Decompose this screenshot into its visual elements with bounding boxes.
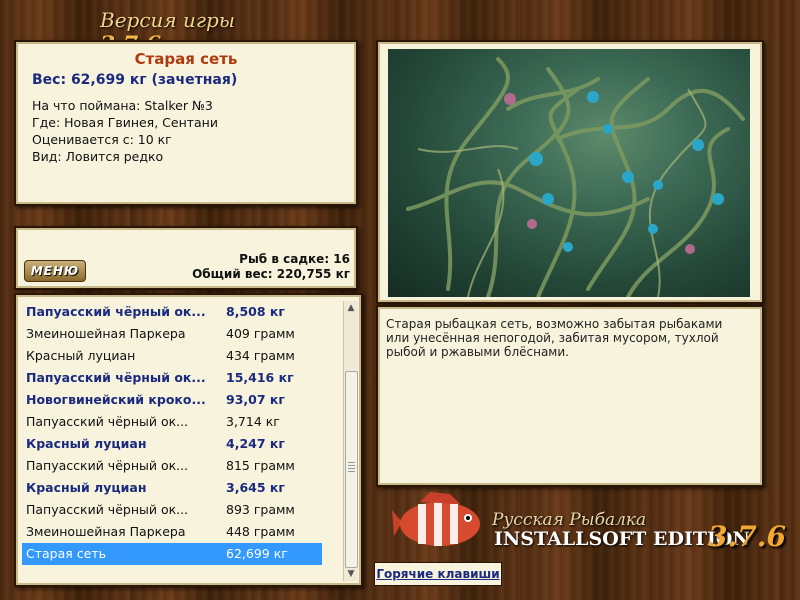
item-weight: 93,07 кг <box>226 392 285 407</box>
item-name: Красный луциан <box>26 480 147 495</box>
list-item[interactable]: Красный луциан 434 грамм <box>22 345 322 367</box>
item-name: Папуасский чёрный ок... <box>26 458 189 473</box>
list-item[interactable]: Красный луциан 4,247 кг <box>22 433 322 455</box>
item-weight: 15,416 кг <box>226 370 294 385</box>
item-name: Старая сеть <box>26 546 106 561</box>
item-weight: 4,247 кг <box>226 436 285 451</box>
game-version-title: Версия игры 3.7.6 <box>100 8 290 58</box>
list-item[interactable]: Змеиношейная Паркера 448 грамм <box>22 521 322 543</box>
list-item[interactable]: Папуасский чёрный ок... 8,508 кг <box>22 301 322 323</box>
list-scrollbar[interactable]: ▲ ▼ <box>343 301 358 581</box>
list-item[interactable]: Красный луциан 3,645 кг <box>22 477 322 499</box>
item-weight: 815 грамм <box>226 458 295 473</box>
grip-icon <box>348 462 355 472</box>
fish-info-panel: Старая сеть Вес: 62,699 кг (зачетная) На… <box>14 40 358 206</box>
list-item[interactable]: Папуасский чёрный ок... 15,416 кг <box>22 367 322 389</box>
old-net-underwater-image <box>406 57 745 297</box>
catch-list[interactable]: Папуасский чёрный ок... 8,508 кг Змеиношей… <box>14 293 363 587</box>
hotkeys-button[interactable]: Горячие клавиши <box>374 562 502 586</box>
item-weight: 448 грамм <box>226 524 295 539</box>
list-item[interactable]: Змеиношейная Паркера 409 грамм <box>22 323 322 345</box>
item-weight: 409 грамм <box>226 326 295 341</box>
fish-name: Старая сеть <box>134 50 238 68</box>
location-line: Где: Новая Гвинея, Сентани <box>32 115 218 130</box>
list-item[interactable]: Папуасский чёрный ок... 3,714 кг <box>22 411 322 433</box>
version-prefix: Версия игры <box>100 8 236 32</box>
valued-from-line: Оценивается с: 10 кг <box>32 132 172 147</box>
menu-button[interactable]: МЕНЮ <box>24 260 86 282</box>
item-weight: 62,699 кг <box>226 546 288 561</box>
fish-photo <box>388 49 750 297</box>
item-name: Змеиношейная Паркера <box>26 326 186 341</box>
rarity-line: Вид: Ловится редко <box>32 149 164 164</box>
item-name: Змеиношейная Паркера <box>26 524 186 539</box>
scroll-up-arrow-icon[interactable]: ▲ <box>344 301 358 315</box>
item-name: Папуасский чёрный ок... <box>26 370 206 385</box>
item-weight: 893 грамм <box>226 502 295 517</box>
item-name: Новогвинейский кроко... <box>26 392 206 407</box>
item-name: Папуасский чёрный ок... <box>26 414 189 429</box>
list-item[interactable]: Новогвинейский кроко... 93,07 кг <box>22 389 322 411</box>
fish-description: Старая рыбацкая сеть, возможно забытая р… <box>386 317 723 359</box>
list-item-selected[interactable]: Старая сеть 62,699 кг <box>22 543 322 565</box>
total-weight: Общий вес: 220,755 кг <box>192 267 350 281</box>
scroll-down-arrow-icon[interactable]: ▼ <box>344 567 358 581</box>
fish-count: Рыб в садке: 16 <box>239 252 350 266</box>
scroll-thumb[interactable] <box>345 371 358 568</box>
caught-with-line: На что поймана: Stalker №3 <box>32 98 213 113</box>
brand-subtitle: Русская Рыбалка <box>492 510 647 530</box>
item-name: Красный луциан <box>26 348 136 363</box>
item-weight: 3,645 кг <box>226 480 285 495</box>
item-weight: 8,508 кг <box>226 304 285 319</box>
keepnet-stats-panel: МЕНЮ Рыб в садке: 16 Общий вес: 220,755 … <box>14 226 358 290</box>
item-name: Красный луциан <box>26 436 147 451</box>
fish-logo-icon <box>392 492 480 546</box>
fish-photo-panel <box>376 40 764 304</box>
fish-weight: Вес: 62,699 кг (зачетная) <box>32 72 238 88</box>
item-name: Папуасский чёрный ок... <box>26 502 189 517</box>
list-item[interactable]: Папуасский чёрный ок... 815 грамм <box>22 455 322 477</box>
item-name: Папуасский чёрный ок... <box>26 304 206 319</box>
description-panel: Старая рыбацкая сеть, возможно забытая р… <box>376 305 764 487</box>
item-weight: 3,714 кг <box>226 414 280 429</box>
item-weight: 434 грамм <box>226 348 295 363</box>
list-item[interactable]: Папуасский чёрный ок... 893 грамм <box>22 499 322 521</box>
brand-version: 3.7.6 <box>708 520 786 553</box>
